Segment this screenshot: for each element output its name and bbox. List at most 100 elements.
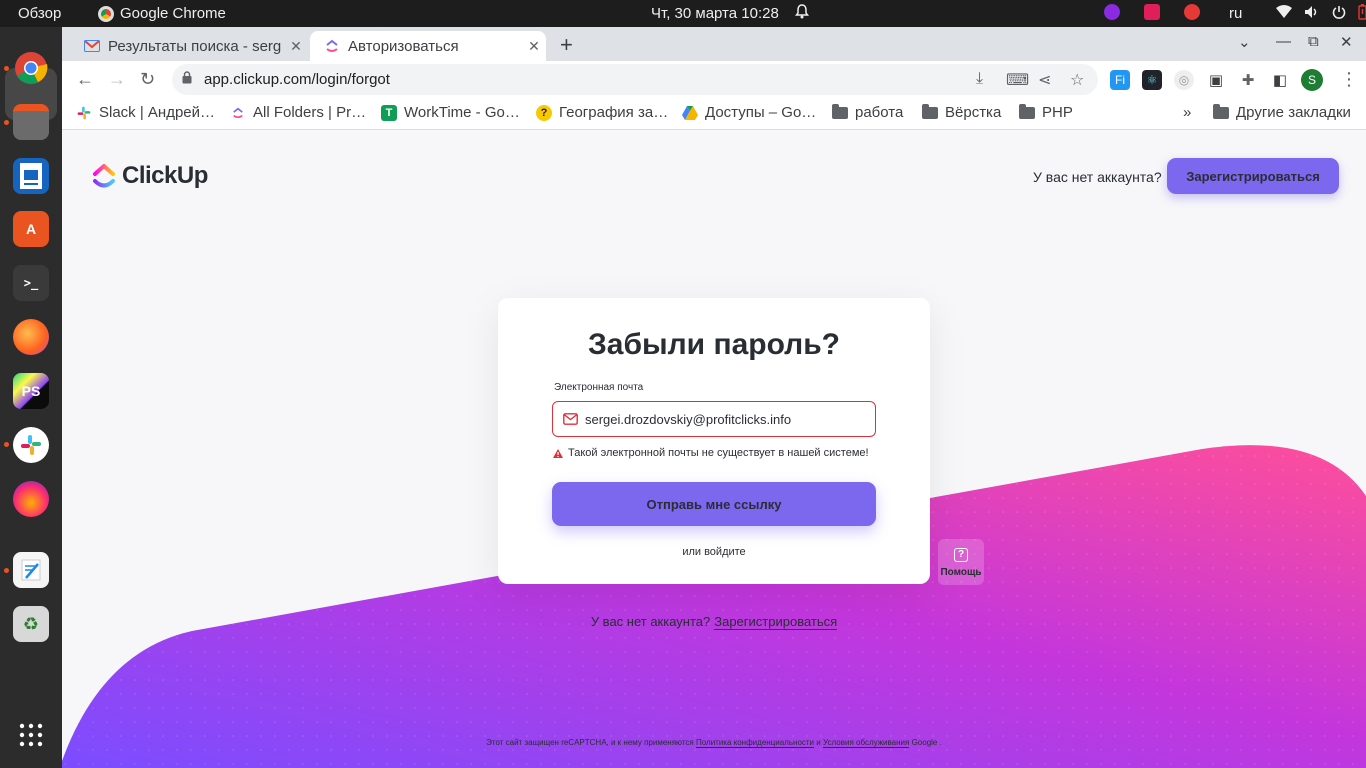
text-editor-dock-icon[interactable] xyxy=(13,552,49,588)
bookmark-label: Доступы – Go… xyxy=(705,104,817,121)
bookmark-folder-work[interactable]: работа xyxy=(832,103,904,121)
app-menu[interactable]: Google Chrome xyxy=(98,5,226,22)
system-status-area[interactable] xyxy=(1276,4,1366,20)
translate-icon[interactable]: ⌨ xyxy=(1006,70,1029,90)
bookmark-folder-layout[interactable]: Вёрстка xyxy=(922,103,1002,121)
clickup-icon xyxy=(230,104,246,121)
close-window-button[interactable]: ✕ xyxy=(1340,33,1353,51)
restore-window-button[interactable]: ⧉ xyxy=(1308,33,1319,50)
activities-button[interactable]: Обзор xyxy=(18,5,61,22)
reload-button[interactable]: ↻ xyxy=(140,69,155,90)
install-app-icon[interactable]: ⤓ xyxy=(976,70,983,88)
clickup-icon xyxy=(324,38,340,54)
email-error: Такой электронной почты не существует в … xyxy=(553,447,869,459)
bookmark-label: Вёрстка xyxy=(945,104,1002,121)
minimize-window-button[interactable]: — xyxy=(1276,33,1291,50)
files-dock-icon[interactable] xyxy=(13,104,49,140)
address-bar[interactable]: app.clickup.com/login/forgot ⤓ ⌨ ⋖ ☆ xyxy=(172,64,1098,95)
profile-avatar[interactable]: S xyxy=(1301,69,1323,91)
chrome-dock-icon[interactable] xyxy=(13,50,49,86)
bookmarks-overflow-button[interactable]: » xyxy=(1183,104,1191,121)
figma-ext-icon[interactable]: Fi xyxy=(1110,70,1130,90)
other-bookmarks[interactable]: Другие закладки xyxy=(1213,103,1351,121)
bookmark-all-folders[interactable]: All Folders | Pr… xyxy=(230,104,366,121)
app-name: Google Chrome xyxy=(120,5,226,22)
folder-icon xyxy=(922,103,938,119)
running-indicator xyxy=(4,66,9,71)
logo-text: ClickUp xyxy=(122,162,208,189)
firefox-dev-dock-icon[interactable] xyxy=(13,481,49,517)
warning-icon xyxy=(553,448,563,458)
phpstorm-dock-icon[interactable]: PS xyxy=(13,373,49,409)
share-icon[interactable]: ⋖ xyxy=(1038,70,1051,90)
login-link[interactable]: или войдите xyxy=(498,546,930,558)
gmail-icon xyxy=(84,38,100,54)
running-indicator xyxy=(4,568,9,573)
question-icon: ? xyxy=(536,104,552,121)
tab-clickup[interactable]: Авторизоваться ✕ xyxy=(310,31,546,61)
chrome-menu-icon[interactable]: ⋮ xyxy=(1340,69,1358,90)
side-panel-icon[interactable]: ◧ xyxy=(1270,70,1290,90)
bookmark-label: PHP xyxy=(1042,104,1073,121)
robot-ext-icon[interactable]: ▣ xyxy=(1206,70,1226,90)
recaptcha-notice: Этот сайт защищен reCAPTCHA, и к нему пр… xyxy=(62,738,1366,748)
bookmark-label: работа xyxy=(855,104,904,121)
tab-gmail[interactable]: Результаты поиска - serg ✕ xyxy=(76,31,308,61)
error-text: Такой электронной почты не существует в … xyxy=(568,447,869,459)
tab-search-icon[interactable]: ⌄ xyxy=(1238,33,1251,51)
extensions-puzzle-icon[interactable]: ✚ xyxy=(1238,70,1258,90)
dock: A >_ PS ♻ xyxy=(0,27,62,768)
help-button[interactable]: ? Помощь xyxy=(938,539,984,585)
lock-icon[interactable] xyxy=(182,71,192,84)
tab-close-icon[interactable]: ✕ xyxy=(522,38,546,55)
volume-icon xyxy=(1305,6,1317,18)
bookmark-slack[interactable]: Slack | Андрей… xyxy=(76,104,215,121)
firefox-dock-icon[interactable] xyxy=(13,319,49,355)
bookmark-star-icon[interactable]: ☆ xyxy=(1070,70,1084,90)
clickup-logo[interactable]: ClickUp xyxy=(92,162,208,190)
battery-low-icon xyxy=(1358,4,1366,20)
extension-icon[interactable]: ◎ xyxy=(1174,70,1194,90)
slack-tray-icon[interactable] xyxy=(1144,4,1160,20)
tray-icons xyxy=(1104,4,1200,20)
wifi-icon xyxy=(1276,5,1292,18)
signup-button[interactable]: Зарегистрироваться xyxy=(1167,158,1339,194)
tab-close-icon[interactable]: ✕ xyxy=(284,38,308,55)
clickup-logo-icon xyxy=(93,164,115,188)
forward-button[interactable]: → xyxy=(108,69,126,90)
system-top-bar: Обзор Google Chrome Чт, 30 марта 10:28 r… xyxy=(0,0,1366,27)
back-button[interactable]: ← xyxy=(76,69,94,90)
running-indicator xyxy=(4,120,9,125)
new-tab-button[interactable]: + xyxy=(560,32,573,58)
envelope-icon xyxy=(563,413,578,425)
bookmark-access[interactable]: Доступы – Go… xyxy=(682,104,816,121)
slack-icon xyxy=(76,104,92,121)
writer-dock-icon[interactable] xyxy=(13,158,49,194)
bookmark-folder-php[interactable]: PHP xyxy=(1019,103,1073,121)
terms-of-service-link[interactable]: Условия обслуживания xyxy=(822,738,910,748)
bookmark-geography[interactable]: ? География за… xyxy=(536,104,668,121)
keyboard-language[interactable]: ru xyxy=(1229,5,1242,22)
browser-toolbar: ← → ↻ app.clickup.com/login/forgot ⤓ ⌨ ⋖… xyxy=(62,61,1366,98)
software-center-dock-icon[interactable]: A xyxy=(13,211,49,247)
bottom-signup-link[interactable]: Зарегистрироваться xyxy=(714,614,838,630)
privacy-policy-link[interactable]: Политика конфиденциальности xyxy=(696,738,815,748)
tab-strip: Результаты поиска - serg ✕ Авторизоватьс… xyxy=(62,27,1366,61)
slack-dock-icon[interactable] xyxy=(13,427,49,463)
email-input[interactable] xyxy=(585,402,865,436)
react-devtools-icon[interactable]: ⚛ xyxy=(1142,70,1162,90)
page-content: ClickUp У вас нет аккаунта? Зарегистриро… xyxy=(62,131,1366,768)
show-apps-icon[interactable] xyxy=(13,717,49,753)
recaptcha-and: и xyxy=(816,738,821,747)
firefox-dev-tray-icon[interactable] xyxy=(1104,4,1120,20)
email-field[interactable] xyxy=(552,401,876,437)
folder-icon xyxy=(832,103,848,119)
bookmark-worktime[interactable]: T WorkTime - Go… xyxy=(381,104,520,121)
terminal-dock-icon[interactable]: >_ xyxy=(13,265,49,301)
do-not-disturb-icon[interactable] xyxy=(1184,4,1200,20)
chrome-icon xyxy=(98,5,114,22)
send-link-button[interactable]: Отправь мне ссылку xyxy=(552,482,876,526)
google-drive-icon xyxy=(682,105,698,121)
trash-dock-icon[interactable]: ♻ xyxy=(13,606,49,642)
clock[interactable]: Чт, 30 марта 10:28 xyxy=(651,5,779,22)
